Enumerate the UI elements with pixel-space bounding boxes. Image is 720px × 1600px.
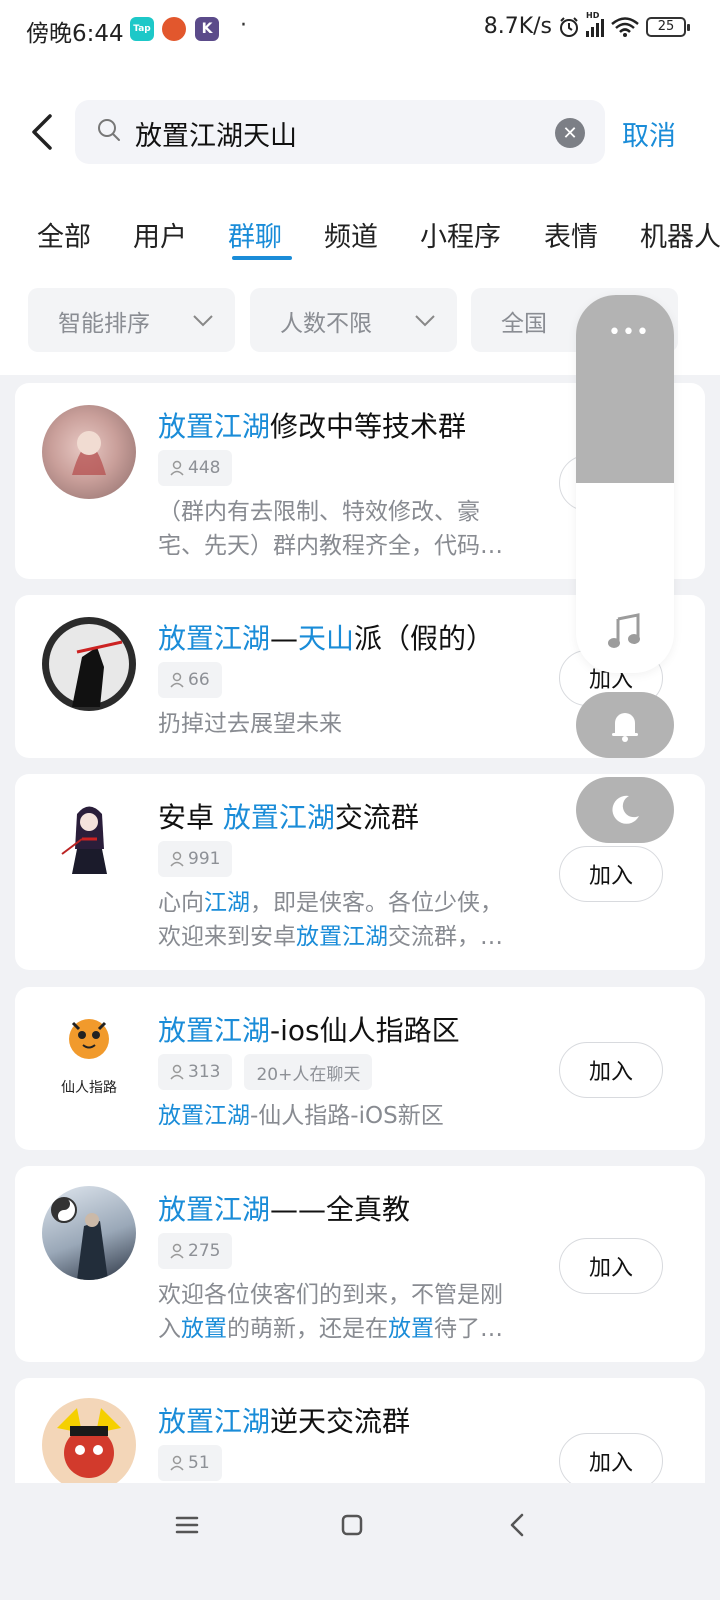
group-meta: 51 [158,1445,222,1481]
sort-filter[interactable]: 智能排序 [28,288,235,352]
region-filter-label: 全国 [501,311,547,337]
system-nav-bar [0,1483,720,1600]
back-arrow-icon[interactable] [26,112,62,152]
member-count-badge: 991 [158,841,233,877]
wifi-icon [611,16,639,37]
chevron-down-icon [193,315,213,327]
avatar-label: 仙人指路 [61,1080,117,1096]
tab-users[interactable]: 用户 [133,215,187,254]
group-title: 放置江湖——全真教 [158,1193,411,1226]
menu-icon[interactable] [172,1510,202,1540]
moon-icon [612,795,639,824]
tab-stickers[interactable]: 表情 [544,215,598,254]
result-card[interactable]: 放置江湖——全真教 275 欢迎各位侠客们的到来，不管是刚 入放置的萌新，还是在… [15,1166,705,1362]
group-avatar [42,405,136,499]
member-count-badge: 313 [158,1054,233,1090]
hd-label: HD [586,10,600,20]
group-meta: 313 20+人在聊天 [158,1054,373,1090]
tab-bots[interactable]: 机器人 [640,215,720,254]
status-bar: 傍晚6:44 Tap K · 8.7K/s HD 25 [0,0,720,64]
status-right: 8.7K/s HD 25 [483,11,690,39]
person-icon [170,1243,184,1259]
join-button[interactable]: 加入 [559,846,663,902]
group-description: 欢迎各位侠客们的到来，不管是刚 入放置的萌新，还是在放置待了… [158,1282,503,1342]
group-title: 安卓 放置江湖交流群 [158,801,419,834]
back-icon[interactable] [503,1510,533,1540]
night-mode-button[interactable] [576,777,674,843]
group-description: 放置江湖-仙人指路-iOS新区 [158,1103,444,1129]
group-description: （群内有去限制、特效修改、豪 宅、先天）群内教程齐全，代码… [158,499,503,559]
status-dot: · [240,13,247,38]
tab-groups[interactable]: 群聊 [228,215,282,254]
group-title: 放置江湖修改中等技术群 [158,410,467,443]
net-speed: 8.7K/s [483,14,552,39]
person-icon [170,851,184,867]
group-title: 放置江湖逆天交流群 [158,1405,411,1438]
home-icon[interactable] [337,1510,367,1540]
music-note-icon[interactable] [606,613,644,649]
group-avatar: 仙人指路 [39,1007,139,1101]
join-button[interactable]: 加入 [559,1433,663,1489]
bell-button[interactable] [576,692,674,758]
cancel-button[interactable]: 取消 [622,114,676,153]
search-input[interactable]: 放置江湖天山 [135,114,297,153]
person-icon [170,672,184,688]
member-count-badge: 51 [158,1445,222,1481]
join-button[interactable]: 加入 [559,1042,663,1098]
person-icon [170,1064,184,1080]
search-icon [98,119,120,141]
group-avatar [42,794,136,888]
tab-all[interactable]: 全部 [37,215,91,254]
group-avatar [42,617,136,711]
kuaishou-icon: K [195,17,219,41]
group-meta: 448 [158,450,233,486]
tab-mini-programs[interactable]: 小程序 [420,215,501,254]
person-icon [170,460,184,476]
taptap-icon: Tap [130,17,154,41]
group-title: 放置江湖-ios仙人指路区 [158,1014,460,1047]
members-filter-label: 人数不限 [280,311,372,337]
floating-panel-handle[interactable]: ••• [576,295,674,483]
bell-icon [612,713,638,742]
member-count-badge: 66 [158,662,222,698]
signal-icon: HD [586,11,604,37]
game-icon [162,17,186,41]
group-description: 心向江湖，即是侠客。各位少侠， 欢迎来到安卓放置江湖交流群，… [158,890,503,950]
join-button[interactable]: 加入 [559,1238,663,1294]
category-tabs: 全部 用户 群聊 频道 小程序 表情 机器人 [0,210,720,270]
group-meta: 991 [158,841,233,877]
group-meta: 66 [158,662,222,698]
tab-channels[interactable]: 频道 [324,215,378,254]
active-tab-indicator [232,256,292,260]
alarm-icon [560,16,578,37]
group-avatar [42,1186,136,1280]
group-avatar [42,1398,136,1492]
members-filter[interactable]: 人数不限 [250,288,457,352]
group-meta: 275 [158,1233,233,1269]
group-title: 放置江湖—天山派（假的） [158,622,495,655]
more-icon[interactable]: ••• [608,320,650,345]
result-card[interactable]: 仙人指路 放置江湖-ios仙人指路区 313 20+人在聊天 放置江湖-仙人指路… [15,987,705,1150]
sort-filter-label: 智能排序 [58,311,150,337]
clear-icon[interactable]: ✕ [555,118,585,148]
group-description: 扔掉过去展望未来 [158,711,342,737]
chevron-down-icon [415,315,435,327]
search-box[interactable]: 放置江湖天山 ✕ [75,100,605,164]
status-time: 傍晚6:44 [26,21,124,47]
battery-icon: 25 [646,16,690,37]
person-icon [170,1455,184,1471]
active-chat-badge: 20+人在聊天 [244,1054,373,1090]
member-count-badge: 448 [158,450,233,486]
floating-panel[interactable]: ••• [576,295,674,673]
member-count-badge: 275 [158,1233,233,1269]
